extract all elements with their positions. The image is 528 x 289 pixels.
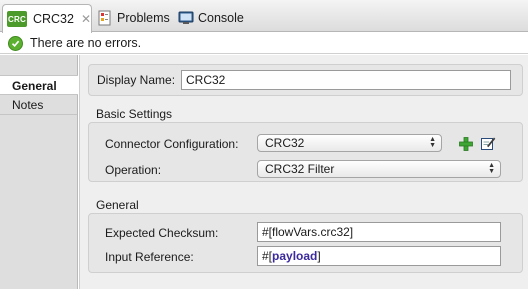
input-reference-label: Input Reference:: [105, 250, 194, 264]
tab-label: CRC32: [32, 12, 74, 26]
console-icon: [178, 10, 194, 26]
operation-select[interactable]: CRC32 Filter ▲ ▼: [257, 160, 501, 178]
close-icon[interactable]: ✕: [81, 13, 91, 25]
display-name-group: Display Name: CRC32: [88, 64, 523, 96]
operation-value: CRC32 Filter: [265, 162, 335, 176]
tab-console[interactable]: Console: [178, 4, 244, 32]
tab-problems[interactable]: Problems: [97, 4, 170, 32]
sidebar-item-general[interactable]: General: [0, 75, 78, 95]
connector-config-select[interactable]: CRC32 ▲ ▼: [257, 134, 442, 152]
updown-arrows-icon: ▲ ▼: [488, 162, 495, 175]
expected-checksum-label: Expected Checksum:: [105, 226, 219, 240]
operation-label: Operation:: [105, 163, 162, 177]
general-group: Expected Checksum: #[flowVars.crc32] Inp…: [88, 213, 523, 273]
problems-icon: [97, 10, 113, 26]
properties-panel: Display Name: CRC32 Basic Settings Conne…: [79, 55, 528, 289]
expression-prefix: #[: [262, 249, 273, 263]
expression-keyword: payload: [272, 249, 318, 263]
status-message: There are no errors.: [30, 36, 142, 50]
input-reference-field[interactable]: #[payload]: [257, 246, 501, 266]
expression-suffix: ]: [317, 249, 321, 263]
tab-label: Problems: [117, 11, 170, 25]
updown-arrows-icon: ▲ ▼: [429, 136, 436, 149]
check-circle-icon: [8, 35, 23, 51]
basic-settings-title: Basic Settings: [96, 107, 173, 121]
sidebar-item-notes[interactable]: Notes: [0, 95, 77, 115]
general-title: General: [96, 198, 139, 212]
properties-sidebar: General Notes: [0, 55, 78, 289]
crc-badge-icon: CRC: [7, 11, 27, 27]
basic-settings-group: Connector Configuration: CRC32 ▲ ▼ Operat…: [88, 122, 523, 182]
tab-crc32[interactable]: CRC CRC32 ✕: [2, 4, 92, 33]
add-icon[interactable]: [458, 136, 474, 152]
display-name-label: Display Name:: [97, 73, 176, 87]
connector-config-label: Connector Configuration:: [105, 137, 239, 151]
editor-tab-bar: CRC CRC32 ✕ Problems Console: [0, 0, 528, 33]
validation-status: There are no errors.: [0, 33, 528, 54]
connector-config-value: CRC32: [265, 136, 305, 150]
tab-label: Console: [198, 11, 244, 25]
display-name-field[interactable]: CRC32: [181, 70, 511, 90]
edit-icon[interactable]: [480, 135, 496, 151]
expected-checksum-field[interactable]: #[flowVars.crc32]: [257, 222, 501, 242]
